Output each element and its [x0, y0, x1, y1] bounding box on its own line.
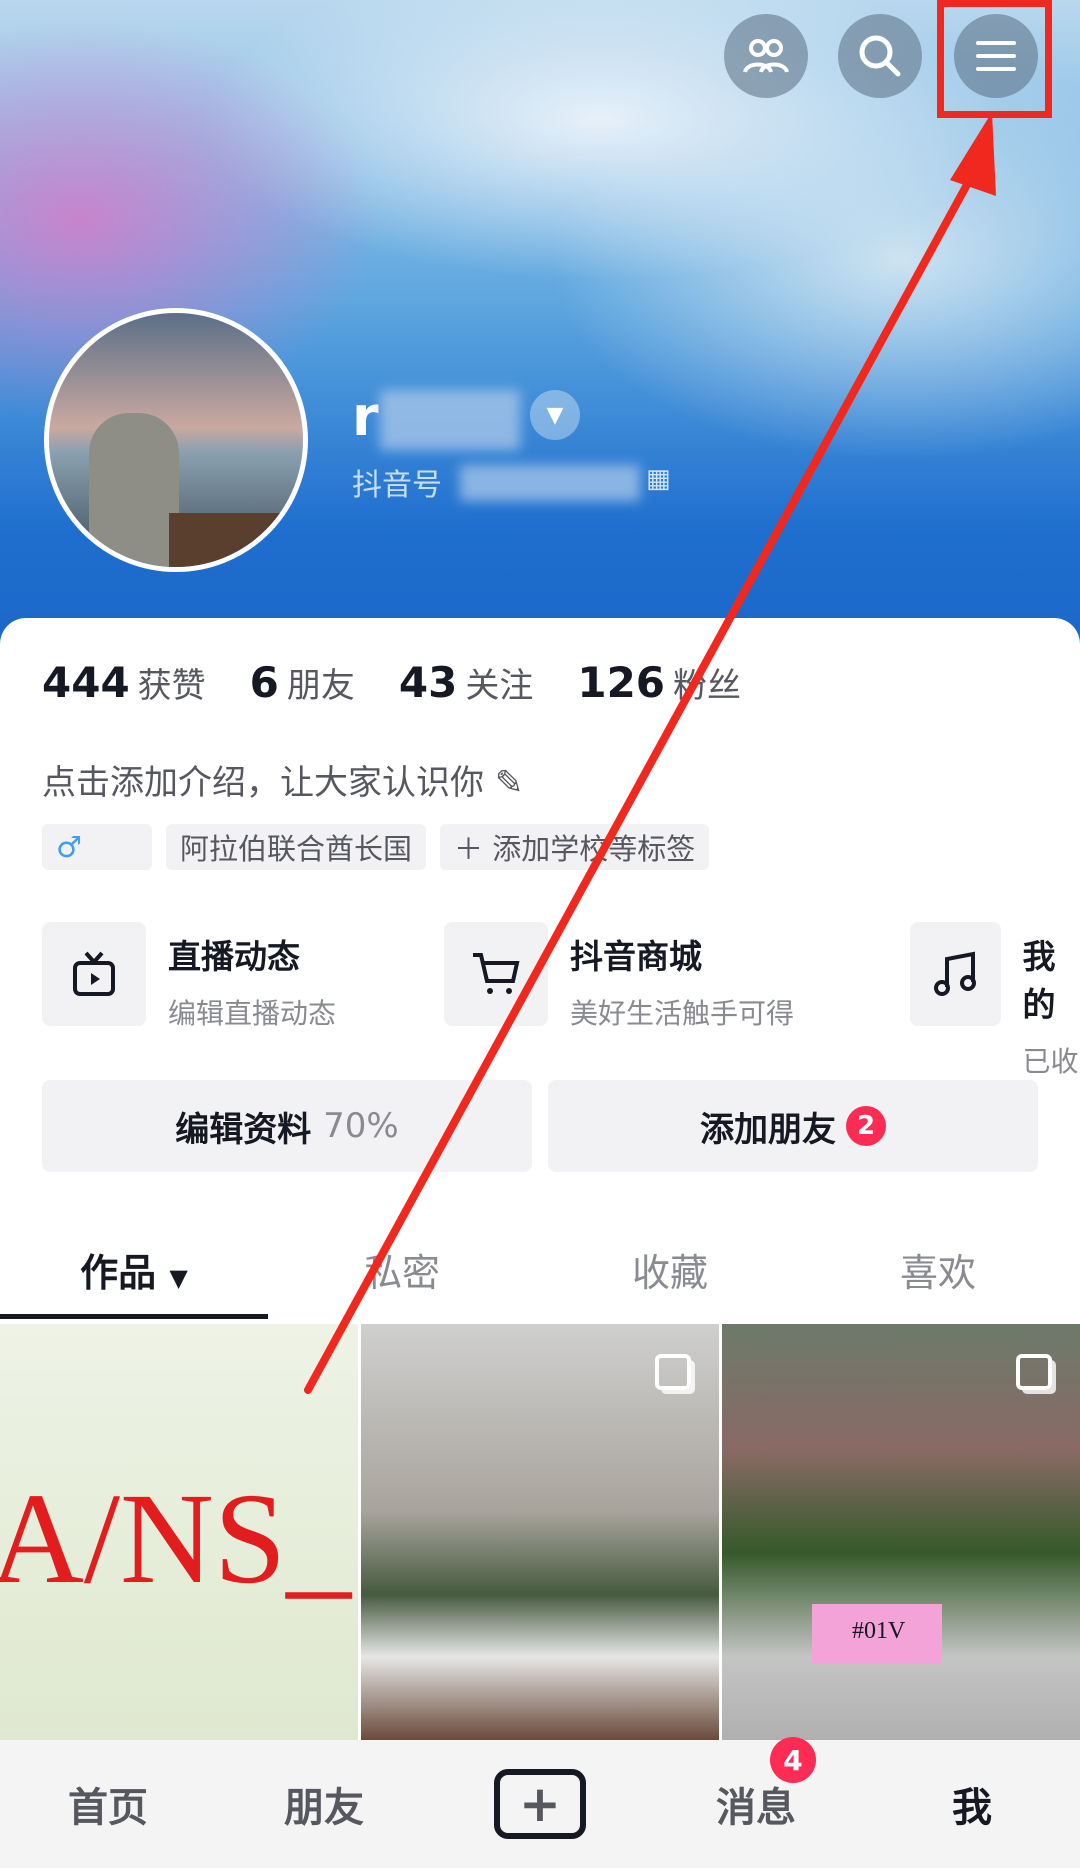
stat-likes[interactable]: 444 获赞	[42, 658, 206, 707]
location-tag[interactable]: 阿拉伯联合酋长国	[166, 824, 427, 870]
nav-me[interactable]: 我	[864, 1775, 1080, 1833]
people-icon	[743, 39, 789, 73]
douyin-id-label: 抖音号	[352, 468, 442, 503]
tv-icon	[42, 922, 146, 1026]
nickname: r	[352, 385, 379, 448]
profile-completion: 70%	[323, 1106, 399, 1146]
nav-home[interactable]: 首页	[0, 1775, 216, 1833]
avatar[interactable]	[44, 308, 308, 572]
search-icon	[859, 35, 901, 77]
friend-request-badge: 2	[846, 1106, 886, 1146]
feature-live[interactable]: 直播动态 编辑直播动态	[42, 922, 336, 1032]
active-tab-indicator	[0, 1314, 268, 1319]
plus-icon: +	[494, 1769, 586, 1839]
add-tag-button[interactable]: ＋ 添加学校等标签	[440, 824, 710, 870]
cart-icon	[444, 922, 548, 1026]
feature-mall[interactable]: 抖音商城 美好生活触手可得	[444, 922, 794, 1032]
tab-works[interactable]: 作品 ▼	[0, 1242, 268, 1297]
tab-private[interactable]: 私密	[268, 1242, 536, 1297]
messages-badge: 4	[770, 1737, 816, 1783]
music-icon	[910, 922, 1001, 1026]
edit-profile-button[interactable]: 编辑资料 70%	[42, 1080, 532, 1172]
feature-music[interactable]: 我的 已收	[910, 922, 1080, 1080]
tab-favorites[interactable]: 收藏	[536, 1242, 804, 1297]
annotation-highlight-box	[937, 0, 1052, 118]
stats-row: 444 获赞 6 朋友 43 关注 126 粉丝	[42, 658, 741, 707]
nav-create[interactable]: +	[432, 1769, 648, 1839]
stat-followers[interactable]: 126 粉丝	[577, 658, 741, 707]
nav-messages[interactable]: 消息 4	[648, 1737, 864, 1833]
qr-code-icon[interactable]: ▦	[646, 464, 671, 494]
multi-image-icon	[655, 1354, 691, 1390]
video-thumbnail[interactable]: #01V	[722, 1324, 1080, 1740]
account-switch-button[interactable]: ▼	[530, 390, 580, 440]
bottom-nav: 首页 朋友 + 消息 4 我	[0, 1737, 1080, 1868]
stat-friends[interactable]: 6 朋友	[250, 658, 355, 707]
pencil-icon: ✎	[494, 763, 524, 803]
bio-edit[interactable]: 点击添加介绍，让大家认识你 ✎	[42, 755, 523, 804]
friends-button[interactable]	[724, 14, 808, 98]
stat-following[interactable]: 43 关注	[399, 658, 533, 707]
add-friend-button[interactable]: 添加朋友 2	[548, 1080, 1038, 1172]
video-thumbnail[interactable]: A/NS_	[0, 1324, 358, 1740]
multi-image-icon	[1016, 1354, 1052, 1390]
redacted-name	[380, 390, 520, 450]
redacted-id	[460, 465, 640, 501]
caret-down-icon: ▼	[546, 402, 564, 428]
tags-row: ♂ 阿拉伯联合酋长国 ＋ 添加学校等标签	[42, 824, 710, 870]
gender-tag[interactable]: ♂	[42, 824, 152, 870]
search-button[interactable]	[838, 14, 922, 98]
tab-likes[interactable]: 喜欢	[804, 1242, 1072, 1297]
video-thumbnail[interactable]	[361, 1324, 719, 1740]
caret-down-icon: ▼	[169, 1264, 188, 1292]
nav-friends[interactable]: 朋友	[216, 1775, 432, 1833]
plus-icon: ＋	[454, 832, 493, 866]
